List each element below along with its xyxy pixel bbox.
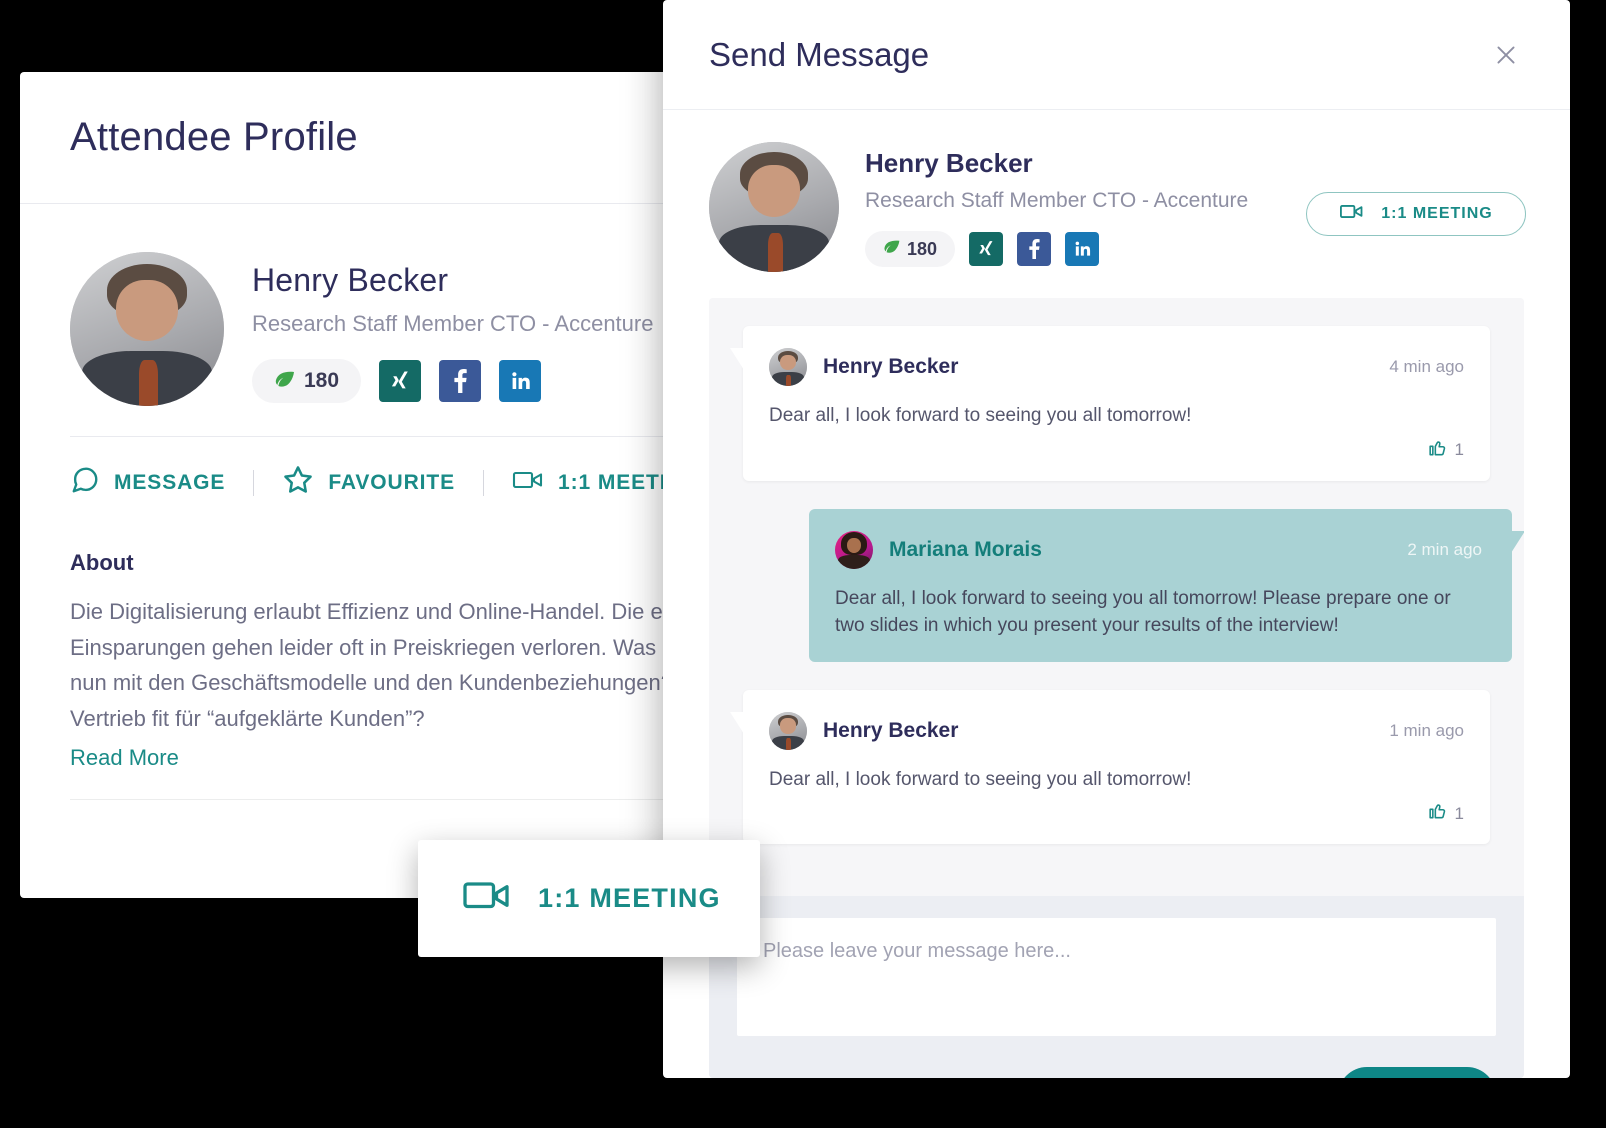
message-header: Henry Becker 1 min ago	[769, 711, 1464, 750]
xing-icon[interactable]	[969, 232, 1004, 266]
like-count: 1	[1454, 440, 1464, 460]
send-message-modal: Send Message Henry Becker Research Staff…	[663, 0, 1570, 1078]
favourite-action[interactable]: FAVOURITE	[282, 464, 455, 502]
identity-text: Henry Becker Research Staff Member CTO -…	[252, 252, 653, 403]
avatar	[70, 252, 224, 406]
screen-root: Attendee Profile Henry Becker Research S…	[0, 0, 1606, 1128]
message-text: Dear all, I look forward to seeing you a…	[769, 768, 1192, 790]
message-bubble-highlighted: Mariana Morais 2 min ago Dear all, I loo…	[809, 508, 1524, 662]
message-text: Dear all, I look forward to seeing you a…	[769, 405, 1192, 426]
modal-meeting-button-label: 1:1 MEETING	[1381, 205, 1493, 222]
message-timestamp: 1 min ago	[1389, 720, 1464, 740]
attendee-role: Research Staff Member CTO - Accenture	[252, 311, 654, 336]
message-list[interactable]: Henry Becker 4 min ago Dear all, I look …	[709, 298, 1524, 897]
message-reactions[interactable]: 1	[769, 801, 1464, 826]
modal-badge-row: 180	[865, 231, 1306, 267]
message-author: Henry Becker	[823, 718, 959, 742]
action-divider	[253, 469, 255, 496]
meeting-tooltip-card[interactable]: 1:1 MEETING	[418, 840, 760, 957]
modal-attendee-role: Research Staff Member CTO - Accenture	[865, 189, 1249, 212]
like-count: 1	[1454, 803, 1464, 823]
modal-header: Send Message	[663, 0, 1570, 110]
message-bubble: Henry Becker 4 min ago Dear all, I look …	[730, 326, 1490, 481]
message-input[interactable]	[737, 918, 1496, 1037]
send-button[interactable]: SEND	[1338, 1067, 1496, 1078]
message-author: Henry Becker	[823, 355, 959, 378]
star-icon	[282, 464, 314, 502]
message-header: Henry Becker 4 min ago	[769, 348, 1464, 386]
composer-toolbar: SEND	[737, 1067, 1496, 1078]
facebook-icon[interactable]	[1017, 232, 1052, 266]
xing-icon[interactable]	[379, 360, 422, 402]
video-camera-icon	[462, 878, 510, 919]
chat-panel: Henry Becker 4 min ago Dear all, I look …	[709, 298, 1524, 1078]
points-value: 180	[907, 238, 938, 259]
page-title: Attendee Profile	[70, 115, 358, 159]
message-action[interactable]: MESSAGE	[70, 465, 225, 501]
leaf-icon	[274, 370, 296, 393]
avatar	[769, 711, 807, 750]
facebook-icon[interactable]	[439, 360, 482, 402]
video-camera-icon	[512, 468, 544, 498]
linkedin-icon[interactable]	[499, 360, 542, 402]
linkedin-icon[interactable]	[1065, 232, 1100, 266]
avatar	[709, 142, 839, 272]
message-header: Mariana Morais 2 min ago	[835, 530, 1482, 569]
message-text: Dear all, I look forward to seeing you a…	[835, 587, 1451, 637]
modal-person-row: Henry Becker Research Staff Member CTO -…	[663, 110, 1570, 298]
modal-title: Send Message	[709, 35, 930, 73]
meeting-tooltip-label: 1:1 MEETING	[538, 883, 721, 913]
chat-bubble-icon	[70, 465, 100, 501]
message-bubble: Henry Becker 1 min ago Dear all, I look …	[730, 689, 1490, 845]
points-badge: 180	[252, 359, 362, 403]
modal-person-text: Henry Becker Research Staff Member CTO -…	[865, 142, 1306, 267]
badge-row: 180	[252, 359, 653, 403]
points-badge: 180	[865, 231, 956, 267]
message-timestamp: 4 min ago	[1389, 357, 1464, 376]
thumbs-up-icon[interactable]	[1427, 801, 1447, 826]
modal-meeting-button[interactable]: 1:1 MEETING	[1306, 192, 1526, 236]
message-author: Mariana Morais	[889, 537, 1042, 561]
message-action-label: MESSAGE	[114, 470, 226, 494]
favourite-action-label: FAVOURITE	[328, 470, 456, 494]
message-composer: SEND	[709, 896, 1524, 1078]
avatar	[835, 530, 873, 569]
message-timestamp: 2 min ago	[1407, 539, 1482, 559]
attendee-name: Henry Becker	[252, 262, 449, 298]
action-divider	[483, 469, 485, 496]
video-camera-icon	[1339, 202, 1365, 226]
modal-attendee-name: Henry Becker	[865, 148, 1033, 178]
close-icon[interactable]	[1486, 35, 1526, 75]
avatar	[769, 348, 807, 386]
message-reactions[interactable]: 1	[769, 438, 1464, 463]
points-value: 180	[304, 369, 340, 392]
leaf-icon	[883, 239, 901, 259]
thumbs-up-icon[interactable]	[1427, 438, 1447, 463]
